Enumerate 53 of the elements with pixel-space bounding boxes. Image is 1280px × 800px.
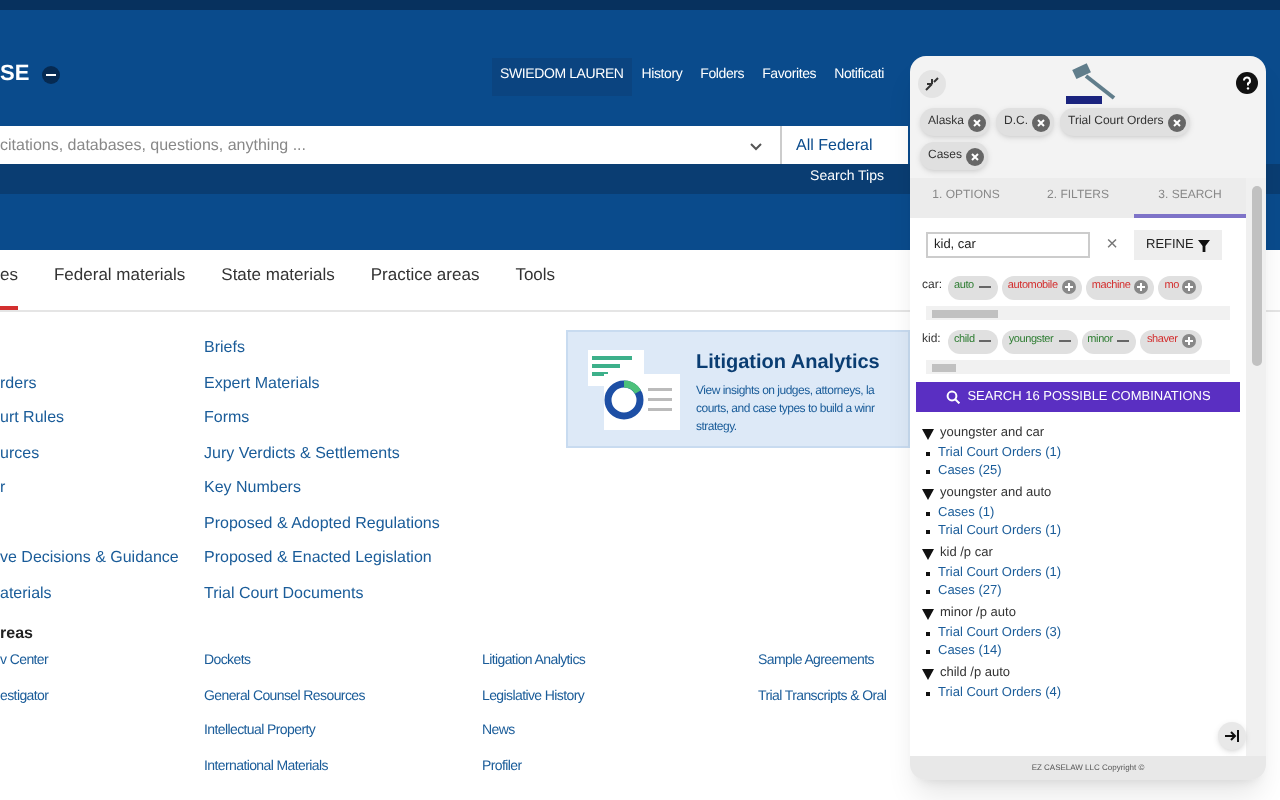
category-tab[interactable]: Federal materials [53,262,186,310]
search-field[interactable]: citations, databases, questions, anything ... [0,126,780,164]
expand-triangle-icon[interactable] [922,547,934,559]
resource-link[interactable]: Trial Court Documents [204,583,364,601]
filter-icon [1197,239,1210,251]
plus-icon[interactable] [1181,334,1196,348]
minus-icon[interactable] [1057,334,1072,348]
resource-link[interactable]: Forms [204,408,250,426]
resource-link[interactable]: Key Numbers [204,478,301,496]
resource-link[interactable]: Proposed & Enacted Legislation [204,548,432,566]
remove-icon[interactable] [1167,113,1186,131]
resource-link[interactable]: rders [0,373,37,391]
expand-triangle-icon[interactable] [922,667,934,679]
category-tab[interactable]: Practice areas [370,262,480,310]
jurisdiction-dropdown[interactable]: All Federal [780,126,908,164]
resource-link[interactable]: Proposed & Adopted Regulations [204,513,440,531]
help-icon[interactable] [1236,72,1258,94]
expand-triangle-icon[interactable] [922,427,934,439]
search-placeholder: citations, databases, questions, anything ... [0,133,306,157]
minus-icon[interactable] [977,280,992,294]
minus-icon[interactable] [978,334,993,348]
resource-link[interactable]: Jury Verdicts & Settlements [204,443,400,461]
horizontal-scrollbar[interactable] [926,306,1230,320]
brand-name: SE [0,60,30,90]
analytics-chart-drawing [584,348,684,432]
plus-icon[interactable] [1061,280,1076,294]
clear-button[interactable]: × [1100,230,1124,260]
resource-link[interactable]: ve Decisions & Guidance [0,548,179,566]
expand-triangle-icon[interactable] [922,487,934,499]
resource-link[interactable]: Expert Materials [204,373,320,391]
category-tab[interactable]: Tools [515,262,556,310]
horizontal-scrollbar[interactable] [926,360,1230,374]
category-tab[interactable]: State materials [221,262,335,310]
minus-icon[interactable] [1116,334,1131,348]
resource-link[interactable]: aterials [0,583,52,601]
vertical-scrollbar[interactable] [1246,178,1266,756]
section-heading: reas [0,622,33,646]
resource-link[interactable]: r [0,478,6,496]
resource-link[interactable]: urces [0,443,40,461]
expand-triangle-icon[interactable] [922,607,934,619]
plus-icon[interactable] [1182,280,1197,294]
promo-title: Litigation Analytics [696,350,880,378]
remove-icon[interactable] [1032,113,1051,131]
dropdown-icon[interactable] [41,65,60,84]
category-tab[interactable]: es [0,262,18,310]
chevron-icon[interactable] [748,137,764,153]
collapse-icon[interactable] [918,69,946,97]
plus-icon[interactable] [1134,280,1149,294]
remove-icon[interactable] [968,113,987,131]
resource-link[interactable]: urt Rules [0,408,65,426]
search-icon [945,390,960,404]
resource-link[interactable]: Briefs [204,338,245,356]
remove-icon[interactable] [966,147,985,165]
